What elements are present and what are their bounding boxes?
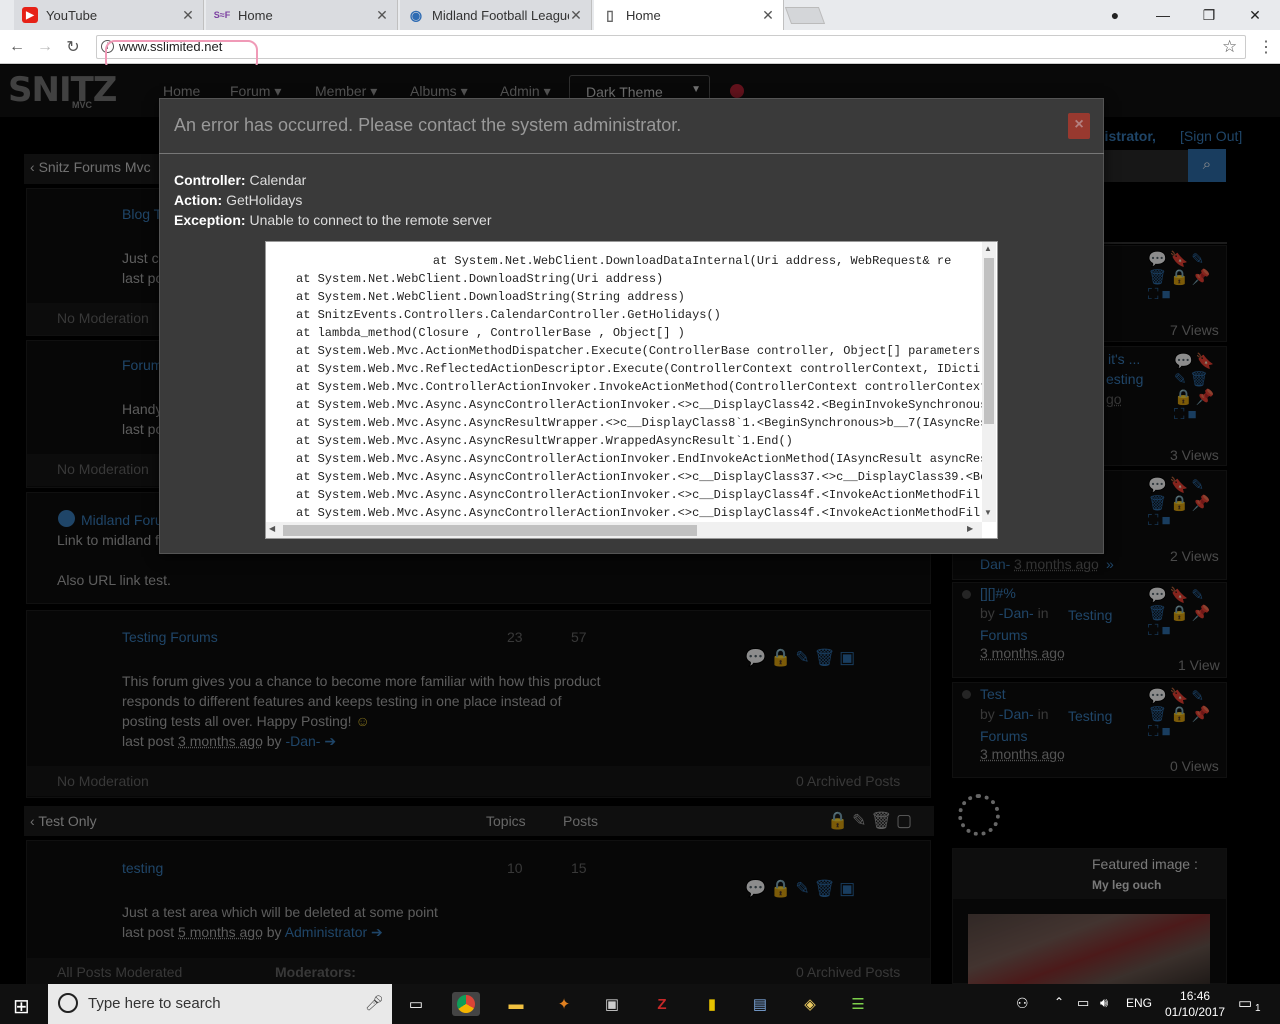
taskbar-search[interactable]: Type here to search bbox=[48, 984, 392, 1024]
minimize-button[interactable]: — bbox=[1140, 0, 1186, 30]
file-explorer-icon[interactable]: ▬ bbox=[502, 992, 530, 1016]
controller-row: Controller: Calendar bbox=[174, 172, 306, 188]
action-value: GetHolidays bbox=[226, 192, 303, 208]
search-placeholder: Type here to search bbox=[88, 995, 221, 1012]
scroll-up-icon[interactable]: ▲ bbox=[984, 244, 992, 253]
tab-youtube[interactable]: ▶ YouTube ✕ bbox=[14, 0, 204, 30]
remote-desktop-icon[interactable]: ▤ bbox=[746, 992, 774, 1016]
close-tab-icon[interactable]: ✕ bbox=[569, 7, 583, 24]
action-row: Action: GetHolidays bbox=[174, 192, 302, 208]
stack-trace-line: at System.Web.Mvc.Async.AsyncResultWrapp… bbox=[296, 434, 793, 448]
stack-trace-line: at System.Net.WebClient.DownloadString(U… bbox=[296, 272, 664, 286]
language-indicator[interactable]: ENG bbox=[1126, 996, 1152, 1010]
stack-trace-line: at System.Web.Mvc.Async.AsyncControllerA… bbox=[296, 398, 988, 412]
reload-icon[interactable]: ↻ bbox=[62, 36, 84, 58]
modal-title: An error has occurred. Please contact th… bbox=[174, 115, 682, 135]
youtube-icon: ▶ bbox=[22, 7, 38, 23]
stack-trace-line: at System.Web.Mvc.ReflectedActionDescrip… bbox=[296, 362, 981, 376]
page-icon: ▯ bbox=[606, 6, 614, 23]
globe-icon: ◉ bbox=[409, 6, 423, 23]
notification-count: 1 bbox=[1255, 1003, 1261, 1014]
stack-trace-line: at System.Web.Mvc.Async.AsyncControllerA… bbox=[296, 506, 981, 520]
close-tab-icon[interactable]: ✕ bbox=[375, 7, 389, 24]
controller-label: Controller: bbox=[174, 172, 246, 188]
stack-trace-line: at System.Web.Mvc.Async.AsyncControllerA… bbox=[296, 452, 988, 466]
clock[interactable]: 16:46 01/10/2017 bbox=[1165, 988, 1225, 1020]
stack-trace-line: at SnitzEvents.Controllers.CalendarContr… bbox=[296, 308, 721, 322]
snitz-favicon: S≈F bbox=[213, 10, 231, 20]
tab-home-snitz[interactable]: S≈F Home ✕ bbox=[206, 0, 398, 30]
stack-trace-line: at System.Web.Mvc.Async.AsyncControllerA… bbox=[296, 470, 988, 484]
stack-trace-box[interactable]: at System.Net.WebClient.DownloadDataInte… bbox=[265, 241, 998, 539]
tab-title: YouTube bbox=[46, 7, 98, 23]
maximize-button[interactable]: ❐ bbox=[1186, 0, 1232, 30]
chrome-taskbar-icon[interactable] bbox=[452, 992, 480, 1016]
notifications-icon[interactable]: ▭ bbox=[1238, 994, 1252, 1012]
bookmark-star-icon[interactable]: ☆ bbox=[1222, 37, 1237, 57]
stack-trace-line: at lambda_method(Closure , ControllerBas… bbox=[296, 326, 685, 340]
scroll-right-icon[interactable]: ▶ bbox=[967, 524, 973, 533]
horizontal-scroll-thumb[interactable] bbox=[283, 525, 697, 536]
modal-divider bbox=[159, 153, 1104, 154]
chrome-menu-icon[interactable]: ⋮ bbox=[1258, 37, 1274, 57]
close-window-button[interactable]: ✕ bbox=[1232, 0, 1278, 30]
network-icon[interactable]: ▭ bbox=[1077, 995, 1089, 1011]
notes-icon[interactable]: ◈ bbox=[796, 992, 824, 1016]
clock-time: 16:46 bbox=[1180, 989, 1211, 1003]
close-tab-icon[interactable]: ✕ bbox=[761, 7, 775, 24]
close-icon[interactable]: × bbox=[1068, 113, 1090, 139]
exception-row: Exception: Unable to connect to the remo… bbox=[174, 212, 492, 228]
stack-trace-line: at System.Net.WebClient.DownloadDataInte… bbox=[296, 254, 952, 268]
tab-title: Home bbox=[238, 7, 273, 23]
tab-title: Home bbox=[626, 7, 661, 23]
microphone-icon[interactable]: 🎤︎ bbox=[365, 994, 384, 1012]
filezilla-icon[interactable]: Z bbox=[648, 992, 676, 1016]
tab-midland[interactable]: ◉ Midland Football League ✕ bbox=[400, 0, 592, 30]
vertical-scroll-thumb[interactable] bbox=[984, 258, 994, 424]
controller-value: Calendar bbox=[249, 172, 307, 188]
windows-start-icon[interactable]: ⊞ bbox=[13, 994, 30, 1019]
tab-title: Midland Football League bbox=[432, 7, 569, 23]
stack-trace-line: at System.Web.Mvc.ControllerActionInvoke… bbox=[296, 380, 988, 394]
new-tab-button[interactable] bbox=[784, 7, 826, 24]
scroll-left-icon[interactable]: ◀ bbox=[269, 524, 275, 533]
cortana-icon[interactable] bbox=[58, 993, 78, 1013]
stack-trace-line: at System.Web.Mvc.ActionMethodDispatcher… bbox=[296, 344, 988, 358]
task-view-icon[interactable]: ▭ bbox=[402, 992, 430, 1016]
clock-date: 01/10/2017 bbox=[1165, 1005, 1226, 1019]
action-label: Action: bbox=[174, 192, 223, 208]
profile-icon[interactable]: ● bbox=[1092, 0, 1138, 30]
address-bar[interactable]: www.sslimited.net bbox=[96, 35, 1246, 59]
app-icon[interactable]: ✦ bbox=[550, 992, 578, 1016]
stack-trace-line: at System.Net.WebClient.DownloadString(S… bbox=[296, 290, 685, 304]
close-tab-icon[interactable]: ✕ bbox=[181, 7, 195, 24]
people-icon[interactable]: ⚇ bbox=[1016, 995, 1029, 1012]
exception-value: Unable to connect to the remote server bbox=[249, 212, 492, 228]
back-icon[interactable]: ← bbox=[6, 36, 28, 58]
volume-icon[interactable]: 🔊︎ bbox=[1100, 995, 1108, 1011]
terminal-icon[interactable]: ▣ bbox=[598, 992, 626, 1016]
forward-icon[interactable]: → bbox=[34, 36, 56, 58]
tab-home-active[interactable]: ▯ Home ✕ bbox=[594, 0, 784, 30]
chevron-up-icon[interactable]: ⌃ bbox=[1054, 995, 1064, 1009]
scroll-down-icon[interactable]: ▼ bbox=[984, 508, 992, 517]
stack-trace-line: at System.Web.Mvc.Async.AsyncControllerA… bbox=[296, 488, 981, 502]
archive-icon[interactable]: ▮ bbox=[698, 992, 726, 1016]
stack-trace-text: at System.Net.WebClient.DownloadDataInte… bbox=[296, 252, 987, 522]
exception-label: Exception: bbox=[174, 212, 246, 228]
database-icon[interactable]: ☰ bbox=[844, 992, 872, 1016]
stack-trace-line: at System.Web.Mvc.Async.AsyncResultWrapp… bbox=[296, 416, 988, 430]
